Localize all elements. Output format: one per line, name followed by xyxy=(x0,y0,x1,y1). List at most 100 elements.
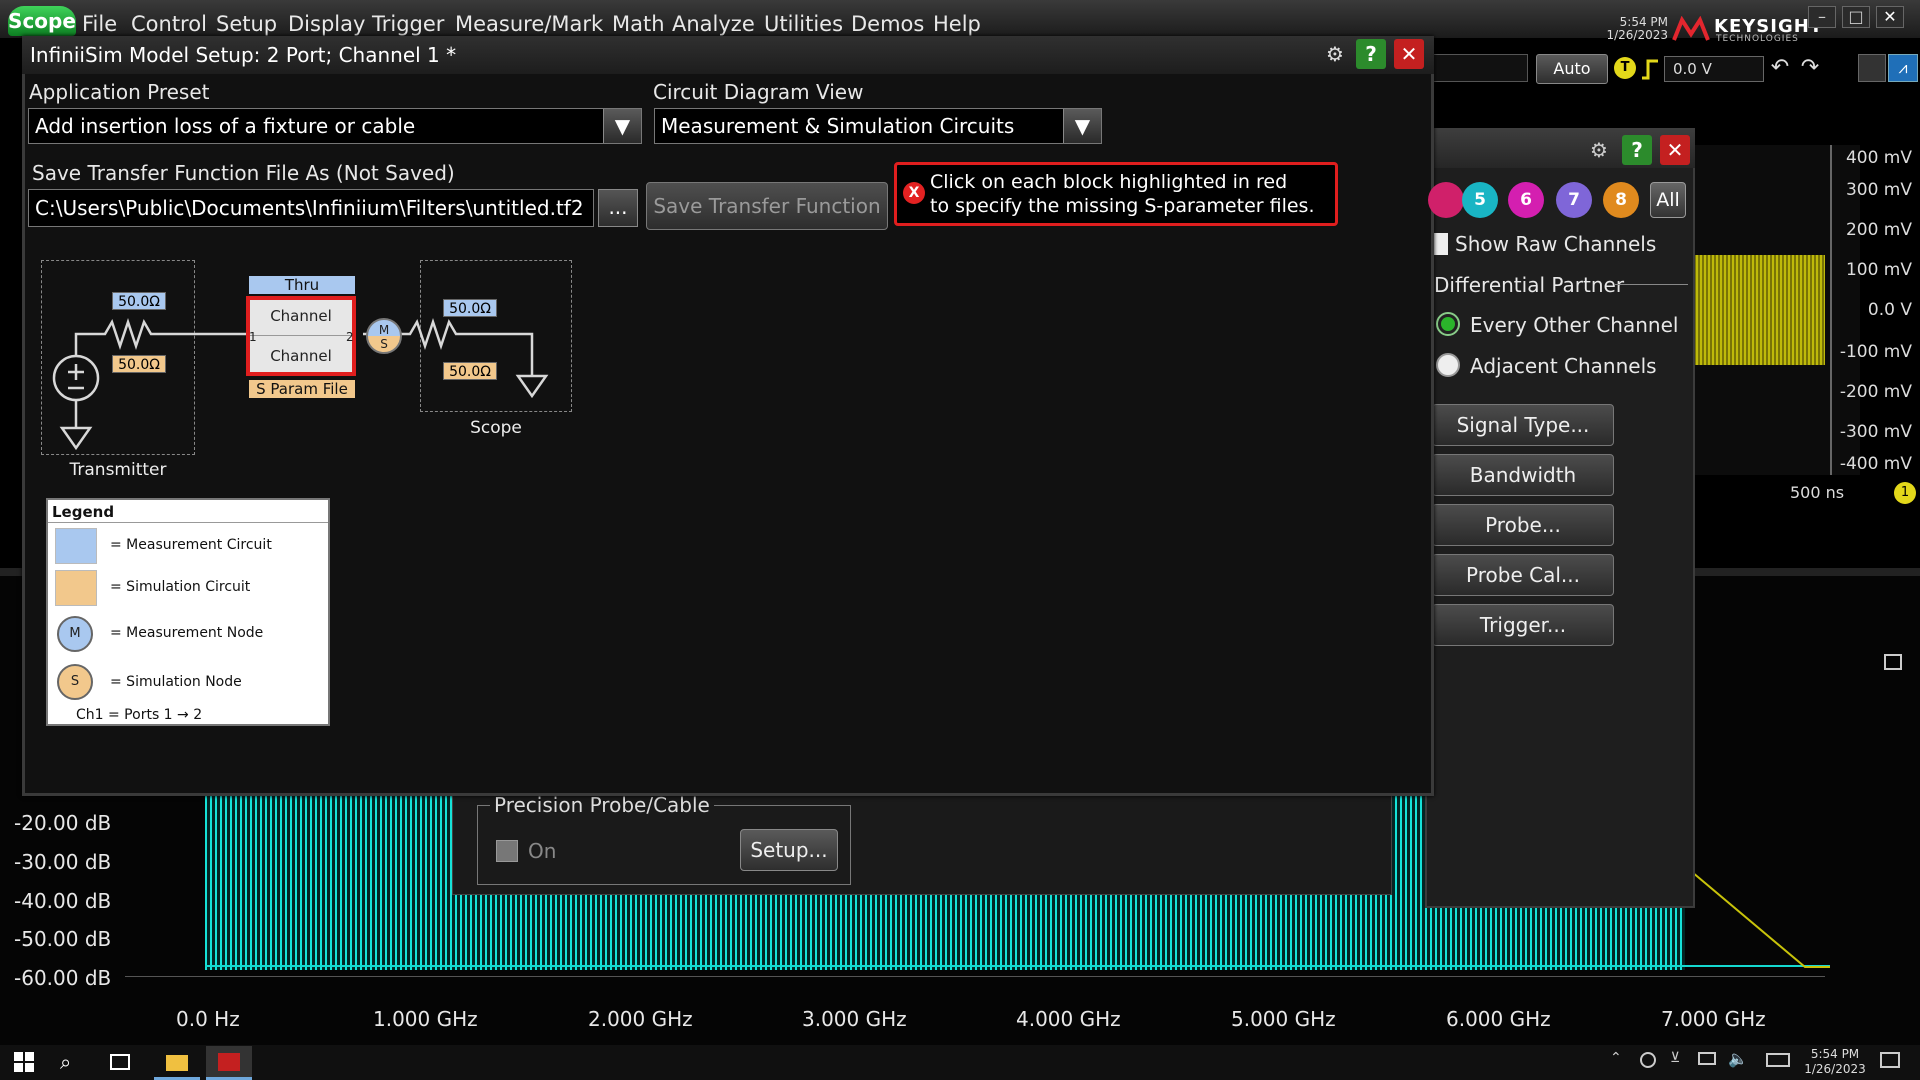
close-app-icon[interactable]: ✕ xyxy=(1876,6,1904,28)
save-transfer-function-button[interactable]: Save Transfer Function xyxy=(646,182,888,230)
panel-gear-icon[interactable]: ⚙ xyxy=(1584,135,1614,165)
menu-trigger[interactable]: Trigger xyxy=(372,12,444,36)
dialog-title: InfiniiSim Model Setup: 2 Port; Channel … xyxy=(30,43,457,67)
scope-meas-resistor[interactable]: 50.0Ω xyxy=(443,299,497,317)
volume-icon[interactable]: 🔈 xyxy=(1728,1049,1748,1068)
taskbar-clock[interactable]: 5:54 PM 1/26/2023 xyxy=(1800,1047,1870,1077)
channel-label-bottom: Channel xyxy=(270,347,332,365)
db-axis-label: -60.00 dB xyxy=(14,966,112,990)
menu-demos[interactable]: Demos xyxy=(851,12,924,36)
menu-control[interactable]: Control xyxy=(131,12,207,36)
frequency-axis-label: 7.000 GHz xyxy=(1661,1007,1766,1031)
every-other-radio[interactable] xyxy=(1436,312,1460,336)
all-channels-button[interactable]: All xyxy=(1650,182,1686,218)
y-axis-label: 200 mV xyxy=(1845,220,1912,240)
measurement-simulation-node[interactable]: M S xyxy=(366,318,402,354)
menu-analyze[interactable]: Analyze xyxy=(672,12,755,36)
save-path-field[interactable]: C:\Users\Public\Documents\Infiniium\Filt… xyxy=(28,189,594,227)
y-axis-label: -300 mV xyxy=(1839,422,1912,442)
redo-icon[interactable]: ↷ xyxy=(1796,55,1824,83)
legend-port-mapping: Ch1 = Ports 1 → 2 xyxy=(76,707,203,723)
notifications-icon[interactable] xyxy=(1880,1052,1900,1068)
precision-setup-button[interactable]: Setup... xyxy=(740,829,838,871)
app-preset-select[interactable]: Add insertion loss of a fixture or cable… xyxy=(28,108,642,144)
sparam-file-label[interactable]: S Param File xyxy=(249,380,355,398)
channel-button[interactable]: 5 xyxy=(1462,182,1498,218)
rising-edge-icon[interactable] xyxy=(1640,58,1660,80)
dialog-gear-icon[interactable]: ⚙ xyxy=(1320,39,1350,69)
menu-setup[interactable]: Setup xyxy=(216,12,277,36)
scope-sim-resistor[interactable]: 50.0Ω xyxy=(443,362,497,380)
minimize-icon[interactable]: – xyxy=(1808,6,1836,28)
undo-icon[interactable]: ↶ xyxy=(1766,55,1794,83)
menu-utilities[interactable]: Utilities xyxy=(764,12,843,36)
transmitter-label: Transmitter xyxy=(69,460,167,480)
circuit-view-select[interactable]: Measurement & Simulation Circuits ▼ xyxy=(654,108,1102,144)
y-axis-label: 0.0 V xyxy=(1867,300,1912,320)
channel-button[interactable]: 8 xyxy=(1603,182,1639,218)
x-axis-line xyxy=(125,976,1825,977)
legend-sim-node-label: = Simulation Node xyxy=(110,674,242,690)
search-icon[interactable]: ⌕ xyxy=(60,1050,71,1074)
circuit-view-value: Measurement & Simulation Circuits xyxy=(661,114,1015,138)
channel-panel-titlebar xyxy=(1425,128,1695,168)
trigger-button[interactable]: Trigger... xyxy=(1432,604,1614,646)
waveform-preview[interactable] xyxy=(1430,54,1528,82)
channel-1-marker[interactable]: 1 xyxy=(1894,482,1916,504)
menu-help[interactable]: Help xyxy=(933,12,981,36)
tray-keysight-icon[interactable]: ⊻ xyxy=(1670,1050,1680,1066)
menu-math[interactable]: Math xyxy=(612,12,665,36)
menu-measure-mark[interactable]: Measure/Mark xyxy=(455,12,603,36)
chevron-down-icon[interactable]: ▼ xyxy=(1063,109,1101,143)
precision-on-checkbox[interactable] xyxy=(496,840,518,862)
auto-button[interactable]: Auto xyxy=(1536,54,1608,84)
channel-label-top: Channel xyxy=(270,307,332,325)
channel-button[interactable] xyxy=(1428,182,1464,218)
taskbar-time: 5:54 PM xyxy=(1810,1047,1860,1061)
scope-logo[interactable]: Scope xyxy=(8,6,76,36)
infiniium-app-icon[interactable] xyxy=(206,1046,252,1080)
autoscale-icon[interactable]: ⩘ xyxy=(1888,54,1918,82)
scope-label: Scope xyxy=(470,418,522,438)
panel-help-icon[interactable]: ? xyxy=(1622,135,1652,165)
task-view-icon[interactable] xyxy=(110,1054,130,1070)
network-icon[interactable] xyxy=(1698,1052,1716,1065)
show-raw-label: Show Raw Channels xyxy=(1455,232,1657,256)
panel-close-icon[interactable]: ✕ xyxy=(1660,135,1690,165)
thru-label[interactable]: Thru xyxy=(249,276,355,294)
dialog-help-icon[interactable]: ? xyxy=(1356,39,1386,69)
windows-start-icon[interactable] xyxy=(14,1052,34,1072)
app-preset-label: Application Preset xyxy=(29,80,210,104)
bandwidth-limit-button[interactable]: Bandwidth Limit... xyxy=(1432,454,1614,527)
tray-app-icon[interactable] xyxy=(1640,1052,1656,1068)
tray-chevron-icon[interactable]: ⌃ xyxy=(1610,1050,1622,1066)
pane-maximize-icon[interactable] xyxy=(1884,654,1902,670)
probe-button[interactable]: Probe... xyxy=(1432,504,1614,546)
transmitter-meas-resistor[interactable]: 50.0Ω xyxy=(112,292,166,310)
adjacent-label: Adjacent Channels xyxy=(1470,354,1657,378)
y-axis-label: -200 mV xyxy=(1839,382,1912,402)
db-axis-label: -30.00 dB xyxy=(14,850,112,874)
browse-button[interactable]: ... xyxy=(598,189,638,227)
menu-file[interactable]: File xyxy=(82,12,117,36)
brand-subtitle: TECHNOLOGIES xyxy=(1716,34,1799,44)
db-axis-label: -40.00 dB xyxy=(14,889,112,913)
channel-button[interactable]: 6 xyxy=(1508,182,1544,218)
frequency-axis-label: 5.000 GHz xyxy=(1231,1007,1336,1031)
chevron-down-icon[interactable]: ▼ xyxy=(603,109,641,143)
run-mode-icon[interactable] xyxy=(1858,54,1886,82)
keyboard-icon[interactable] xyxy=(1766,1053,1790,1067)
system-clock: 5:54 PM 1/26/2023 xyxy=(1600,16,1668,42)
db-axis-label: -20.00 dB xyxy=(14,811,112,835)
transmitter-sim-resistor[interactable]: 50.0Ω xyxy=(112,355,166,373)
signal-type-button[interactable]: Signal Type... xyxy=(1432,404,1614,446)
dialog-close-icon[interactable]: ✕ xyxy=(1394,39,1424,69)
probe-cal-button[interactable]: Probe Cal... xyxy=(1432,554,1614,596)
trigger-level-field[interactable]: 0.0 V xyxy=(1664,56,1764,82)
adjacent-radio[interactable] xyxy=(1436,353,1460,377)
channel-button[interactable]: 7 xyxy=(1556,182,1592,218)
menu-display[interactable]: Display xyxy=(288,12,365,36)
file-explorer-icon[interactable] xyxy=(154,1046,200,1080)
maximize-icon[interactable]: □ xyxy=(1842,6,1870,28)
trigger-badge[interactable]: T xyxy=(1614,57,1636,79)
